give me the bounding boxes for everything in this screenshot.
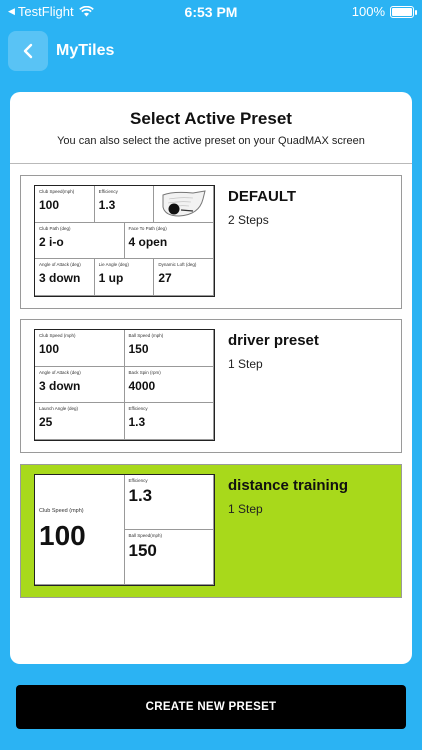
preset-thumbnail: Club Speed(mph) 100 Efficiency 1.3 Club …: [34, 185, 215, 297]
preset-steps: 1 Step: [228, 502, 263, 516]
card-title: Select Active Preset: [130, 109, 292, 128]
golf-club-icon: [162, 190, 206, 217]
tile: Club Path (deg) 2 i-o: [35, 222, 125, 260]
nav-title: MyTiles: [56, 42, 115, 59]
tile: Ball Speed (mph) 150: [124, 330, 214, 367]
tile: Club Speed (mph) 100: [35, 475, 125, 585]
preset-thumbnail: Club Speed (mph) 100 Ball Speed (mph) 15…: [34, 329, 215, 441]
create-new-preset-button[interactable]: CREATE NEW PRESET: [16, 685, 406, 729]
tile: Efficiency 1.3: [124, 403, 214, 440]
tile: Club Speed (mph) 100: [35, 330, 125, 367]
preset-name: DEFAULT: [228, 188, 297, 205]
battery-icon: [390, 5, 417, 18]
nav-bar: MyTiles: [8, 30, 114, 72]
tile: Dynamic Loft (deg) 27: [154, 259, 214, 296]
tile: Angle of Attack (deg) 3 down: [35, 259, 95, 296]
preset-steps: 1 Step: [228, 357, 263, 371]
preset-name: distance training: [228, 477, 349, 494]
tile: Club Speed(mph) 100: [35, 186, 95, 223]
preset-distance-training[interactable]: Club Speed (mph) 100 Efficiency 1.3 Ball…: [20, 464, 402, 598]
preset-default[interactable]: Club Speed(mph) 100 Efficiency 1.3 Club …: [20, 175, 402, 309]
tile: Face To Path (deg) 4 open: [124, 222, 214, 260]
status-bar: ◀ TestFlight 6:53 PM 100%: [0, 0, 422, 24]
status-battery: 100%: [351, 4, 417, 19]
tile: Efficiency 1.3: [124, 475, 214, 530]
preset-steps: 2 Steps: [228, 213, 269, 227]
tile: Launch Angle (deg) 25: [35, 403, 125, 440]
battery-percent: 100%: [351, 4, 385, 19]
tile: Angle of Attack (deg) 3 down: [35, 366, 125, 404]
preset-card: Select Active Preset You can also select…: [10, 92, 412, 664]
preset-thumbnail: Club Speed (mph) 100 Efficiency 1.3 Ball…: [34, 474, 215, 586]
chevron-left-icon: [23, 43, 33, 59]
tile: Back Spin (rpm) 4000: [124, 366, 214, 404]
tile: Lie Angle (deg) 1 up: [94, 259, 155, 296]
divider: [10, 163, 412, 164]
card-subtitle: You can also select the active preset on…: [57, 135, 365, 147]
club-graphic-tile: [154, 186, 214, 223]
tile: Ball Speed(mph) 150: [124, 530, 214, 585]
preset-name: driver preset: [228, 332, 319, 349]
tile: Efficiency 1.3: [94, 186, 155, 223]
preset-driver[interactable]: Club Speed (mph) 100 Ball Speed (mph) 15…: [20, 319, 402, 453]
back-button[interactable]: [8, 31, 48, 71]
